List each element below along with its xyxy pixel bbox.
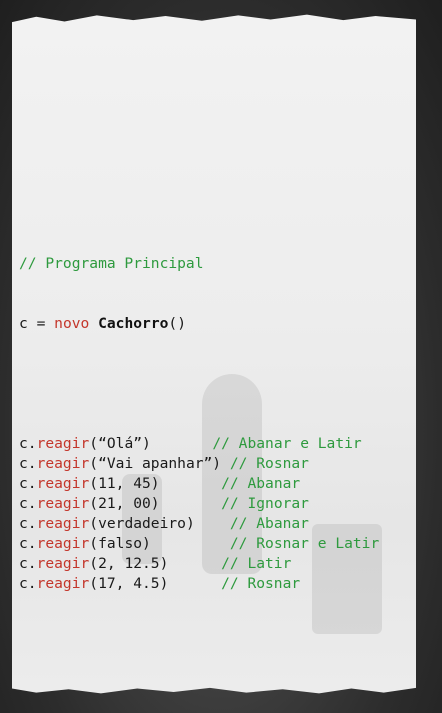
alignment-padding (160, 475, 222, 492)
method-name: reagir (36, 495, 90, 512)
object-ref: c. (19, 535, 37, 552)
call-arguments: (17, 4.5) (89, 575, 169, 592)
code-line-call: c.reagir(“Olá”) // Abanar e Latir (19, 434, 379, 454)
method-name: reagir (36, 515, 90, 532)
code-block: // Programa Principal c = novo Cachorro(… (19, 214, 379, 614)
method-name: reagir (36, 535, 90, 552)
object-ref: c. (19, 555, 37, 572)
alignment-padding (151, 435, 213, 452)
object-ref: c. (19, 475, 37, 492)
call-arguments: (21, 00) (89, 495, 160, 512)
keyword-novo: novo (54, 315, 90, 332)
alignment-padding (168, 555, 221, 572)
call-arguments: (verdadeiro) (89, 515, 195, 532)
class-name: Cachorro (98, 315, 169, 332)
header-comment: // Programa Principal (19, 255, 204, 272)
object-ref: c. (19, 435, 37, 452)
inline-comment: // Latir (221, 555, 292, 572)
method-name: reagir (36, 435, 90, 452)
inline-comment: // Ignorar (221, 495, 309, 512)
object-ref: c. (19, 515, 37, 532)
code-line-call: c.reagir(falso) // Rosnar e Latir (19, 534, 379, 554)
code-line-call: c.reagir(21, 00) // Ignorar (19, 494, 379, 514)
call-arguments: (falso) (89, 535, 151, 552)
code-line-call: c.reagir(verdadeiro) // Abanar (19, 514, 379, 534)
alignment-padding (195, 515, 230, 532)
call-lines: c.reagir(“Olá”) // Abanar e Latir c.reagi… (19, 434, 379, 594)
method-name: reagir (36, 555, 90, 572)
inline-comment: // Abanar (229, 515, 309, 532)
constructor-parens: () (168, 315, 186, 332)
alignment-padding (160, 495, 222, 512)
method-name: reagir (36, 475, 90, 492)
alignment-padding (151, 535, 230, 552)
variable-name: c (19, 315, 28, 332)
inline-comment: // Rosnar e Latir (229, 535, 380, 552)
inline-comment: // Abanar (221, 475, 301, 492)
object-ref: c. (19, 575, 37, 592)
call-arguments: (11, 45) (89, 475, 160, 492)
equals-sign: = (27, 315, 55, 332)
call-arguments: (“Olá”) (89, 435, 151, 452)
code-line-assignment: c = novo Cachorro() (19, 314, 379, 334)
call-arguments: (“Vai apanhar”) (89, 455, 222, 472)
object-ref: c. (19, 495, 37, 512)
code-line-call: c.reagir(“Vai apanhar”) // Rosnar (19, 454, 379, 474)
object-ref: c. (19, 455, 37, 472)
alignment-padding (221, 455, 230, 472)
inline-comment: // Abanar e Latir (212, 435, 362, 452)
method-name: reagir (36, 455, 90, 472)
code-line-call: c.reagir(17, 4.5) // Rosnar (19, 574, 379, 594)
alignment-padding (168, 575, 221, 592)
code-line-call: c.reagir(11, 45) // Abanar (19, 474, 379, 494)
method-name: reagir (36, 575, 90, 592)
inline-comment: // Rosnar (221, 575, 301, 592)
inline-comment: // Rosnar (229, 455, 309, 472)
call-arguments: (2, 12.5) (89, 555, 169, 572)
code-line-call: c.reagir(2, 12.5) // Latir (19, 554, 379, 574)
code-line-header: // Programa Principal (19, 254, 379, 274)
